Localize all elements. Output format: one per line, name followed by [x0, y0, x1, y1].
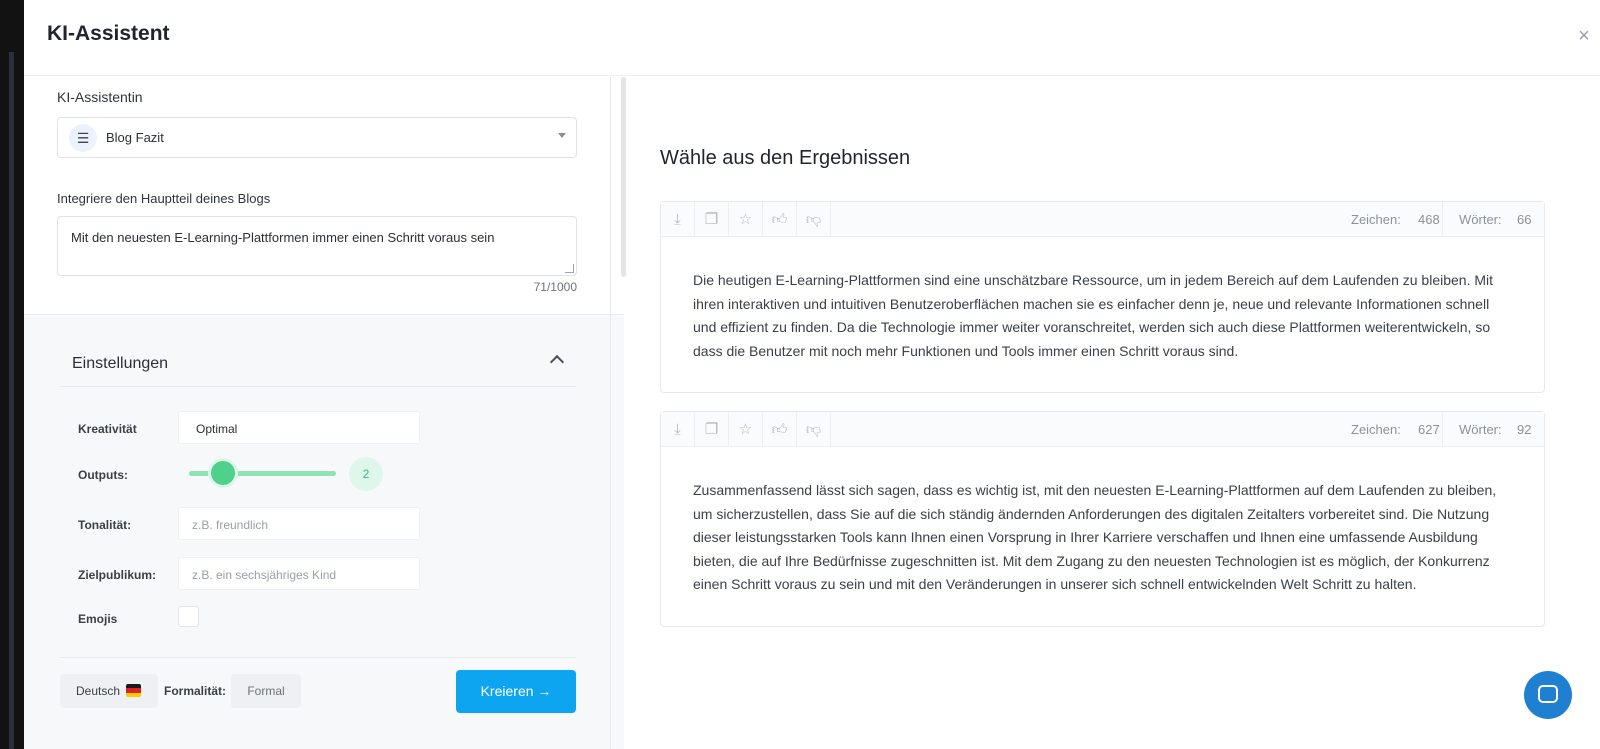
- words-value: 66: [1517, 212, 1532, 227]
- copy-icon[interactable]: ❐: [695, 412, 729, 447]
- words-label: Wörter:: [1459, 422, 1502, 437]
- blog-textarea[interactable]: Mit den neuesten E-Learning-Plattformen …: [57, 216, 577, 276]
- copy-icon[interactable]: ❐: [695, 202, 729, 237]
- download-icon[interactable]: ⤓: [661, 412, 695, 447]
- chars-value: 468: [1418, 212, 1440, 227]
- chat-icon: [1538, 685, 1558, 703]
- resize-handle[interactable]: [565, 264, 574, 273]
- outputs-label: Outputs:: [78, 468, 128, 482]
- panel-divider: [610, 77, 611, 749]
- create-button[interactable]: Kreieren →: [456, 670, 576, 713]
- chevron-up-icon: [549, 354, 565, 370]
- assistant-select[interactable]: ☰ Blog Fazit: [57, 117, 577, 158]
- words-value: 92: [1517, 422, 1532, 437]
- zielpublikum-label: Zielpublikum:: [78, 568, 156, 582]
- input-panel: KI-Assistentin ☰ Blog Fazit Integriere d…: [24, 77, 626, 749]
- germany-flag-icon: [126, 684, 141, 697]
- download-icon[interactable]: ⤓: [661, 202, 695, 237]
- thumbs-up-icon[interactable]: 👍︎: [763, 412, 797, 447]
- panel-scrollbar[interactable]: [621, 77, 626, 277]
- blog-input-label: Integriere den Hauptteil deines Blogs: [57, 191, 271, 206]
- stat-divider: [1442, 202, 1443, 237]
- stat-divider: [1442, 412, 1443, 447]
- result-toolbar: ⤓ ❐ ☆ 👍︎ 👎︎ Zeichen: 468 Wörter: 66: [661, 202, 1544, 237]
- chat-support-button[interactable]: [1524, 671, 1572, 719]
- kreativitaet-select[interactable]: Optimal: [178, 411, 420, 444]
- assistant-selected-value: Blog Fazit: [106, 130, 164, 145]
- settings-toggle[interactable]: Einstellungen: [60, 343, 576, 387]
- outputs-value-badge: 2: [349, 457, 383, 491]
- assistant-label: KI-Assistentin: [57, 89, 143, 105]
- thumbs-up-icon[interactable]: 👍︎: [763, 202, 797, 237]
- result-card: ⤓ ❐ ☆ 👍︎ 👎︎ Zeichen: 627 Wörter: 92 Zusa…: [660, 411, 1545, 627]
- settings-divider: [60, 657, 576, 658]
- action-bar: Deutsch Formalität: Formal Kreieren →: [24, 670, 624, 747]
- kreativitaet-label: Kreativität: [78, 422, 137, 436]
- page-backdrop: [0, 0, 24, 749]
- zielpublikum-input[interactable]: z.B. ein sechsjähriges Kind: [178, 557, 420, 590]
- char-counter: 71/1000: [533, 280, 577, 294]
- emojis-label: Emojis: [78, 612, 118, 626]
- results-title: Wähle aus den Ergebnissen: [660, 147, 911, 169]
- formality-label: Formalität:: [164, 684, 227, 698]
- settings-title: Einstellungen: [72, 355, 169, 372]
- result-card: ⤓ ❐ ☆ 👍︎ 👎︎ Zeichen: 468 Wörter: 66 Die …: [660, 201, 1545, 393]
- language-label: Deutsch: [76, 684, 121, 698]
- star-icon[interactable]: ☆: [729, 202, 763, 237]
- chars-value: 627: [1418, 422, 1440, 437]
- chars-label: Zeichen:: [1351, 422, 1401, 437]
- tonalitaet-input[interactable]: z.B. freundlich: [178, 507, 420, 540]
- result-toolbar: ⤓ ❐ ☆ 👍︎ 👎︎ Zeichen: 627 Wörter: 92: [661, 412, 1544, 447]
- tonalitaet-label: Tonalität:: [78, 518, 132, 532]
- formality-button[interactable]: Formal: [231, 674, 301, 708]
- backdrop-sidebar: [9, 52, 14, 749]
- close-icon[interactable]: ×: [1574, 26, 1594, 46]
- language-button[interactable]: Deutsch: [60, 674, 158, 708]
- words-label: Wörter:: [1459, 212, 1502, 227]
- thumbs-down-icon[interactable]: 👎︎: [797, 202, 831, 237]
- modal-header: KI-Assistent ×: [24, 0, 1600, 76]
- ki-assistant-modal: KI-Assistent × KI-Assistentin ☰ Blog Faz…: [24, 0, 1600, 749]
- star-icon[interactable]: ☆: [729, 412, 763, 447]
- result-text[interactable]: Die heutigen E-Learning-Plattformen sind…: [693, 269, 1513, 363]
- outputs-slider-thumb[interactable]: [211, 461, 235, 485]
- thumbs-down-icon[interactable]: 👎︎: [797, 412, 831, 447]
- modal-title: KI-Assistent: [47, 22, 170, 45]
- result-text[interactable]: Zusammenfassend lässt sich sagen, dass e…: [693, 479, 1513, 597]
- chars-label: Zeichen:: [1351, 212, 1401, 227]
- blog-textarea-value: Mit den neuesten E-Learning-Plattformen …: [71, 230, 495, 245]
- emojis-checkbox[interactable]: [178, 606, 199, 627]
- list-icon: ☰: [69, 124, 97, 152]
- chevron-down-icon: [558, 133, 566, 138]
